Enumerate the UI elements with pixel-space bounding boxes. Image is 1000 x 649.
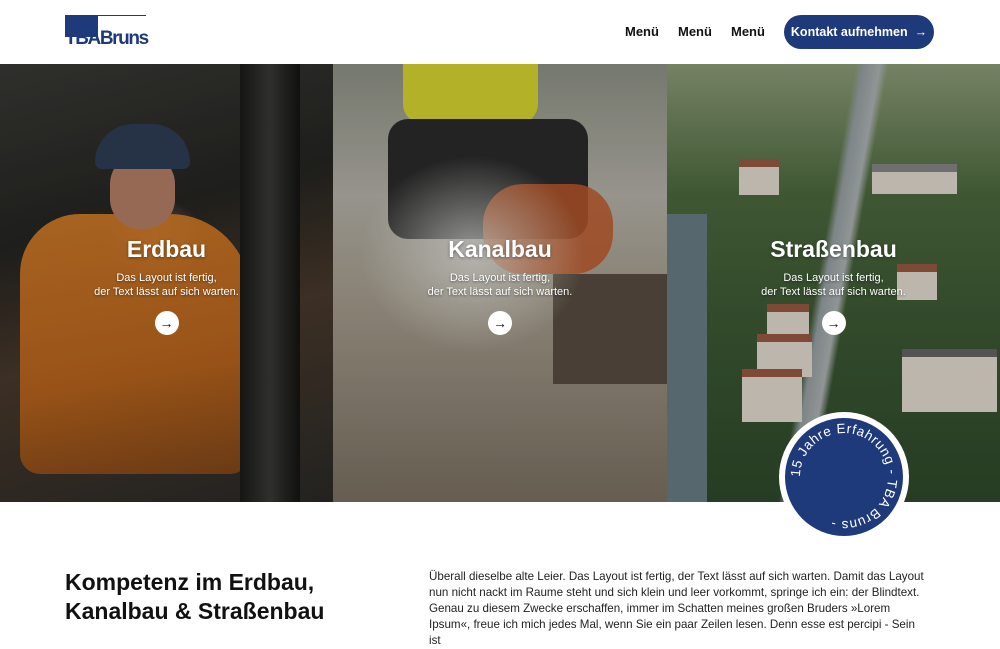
panel-desc-line: Das Layout ist fertig, bbox=[783, 272, 884, 284]
arrow-right-icon[interactable]: → bbox=[154, 311, 179, 335]
panel-desc-line: der Text lässt auf sich warten. bbox=[761, 286, 906, 298]
panel-content: Kanalbau Das Layout ist fertig, der Text… bbox=[333, 236, 667, 335]
badge-text: 15 Jahre Erfahrung - TBA Bruns - bbox=[788, 421, 900, 533]
nav-menu-1[interactable]: Menü bbox=[625, 24, 659, 39]
panel-title: Straßenbau bbox=[770, 236, 897, 262]
panel-description: Das Layout ist fertig, der Text lässt au… bbox=[667, 271, 1000, 299]
logo-rule bbox=[98, 15, 146, 16]
panel-description: Das Layout ist fertig, der Text lässt au… bbox=[333, 271, 667, 299]
section-body-text: Überall dieselbe alte Leier. Das Layout … bbox=[429, 570, 924, 647]
logo[interactable]: TBABruns bbox=[65, 15, 149, 49]
arrow-right-icon[interactable]: → bbox=[821, 311, 846, 335]
nav-menu-3[interactable]: Menü bbox=[731, 24, 765, 39]
arrow-right-icon[interactable]: → bbox=[488, 311, 512, 335]
contact-button-label: Kontakt aufnehmen bbox=[790, 25, 908, 39]
panel-desc-line: der Text lässt auf sich warten. bbox=[427, 286, 573, 298]
panel-desc-line: der Text lässt auf sich warten. bbox=[94, 286, 239, 298]
panel-description: Das Layout ist fertig, der Text lässt au… bbox=[0, 271, 333, 299]
panel-desc-line: Das Layout ist fertig, bbox=[116, 272, 217, 284]
panel-desc-line: Das Layout ist fertig, bbox=[449, 272, 551, 284]
panel-title: Kanalbau bbox=[448, 236, 552, 262]
arrow-right-icon: → bbox=[914, 25, 928, 39]
logo-text: TBABruns bbox=[65, 28, 149, 49]
hero-panel-erdbau[interactable]: Erdbau Das Layout ist fertig, der Text l… bbox=[0, 64, 333, 502]
contact-button[interactable]: Kontakt aufnehmen → bbox=[784, 15, 934, 49]
svg-text:15 Jahre Erfahrung - TBA Bruns: 15 Jahre Erfahrung - TBA Bruns - bbox=[788, 421, 900, 533]
site-header: TBABruns Menü Menü Menü Kontakt aufnehme… bbox=[0, 0, 1000, 64]
panel-content: Straßenbau Das Layout ist fertig, der Te… bbox=[667, 236, 1000, 335]
badge-ring-text: 15 Jahre Erfahrung - TBA Bruns - bbox=[788, 421, 900, 533]
hero-panel-kanalbau[interactable]: Kanalbau Das Layout ist fertig, der Text… bbox=[333, 64, 667, 502]
panel-content: Erdbau Das Layout ist fertig, der Text l… bbox=[0, 236, 333, 335]
experience-badge: 15 Jahre Erfahrung - TBA Bruns - bbox=[779, 412, 909, 542]
nav-menu-2[interactable]: Menü bbox=[678, 24, 712, 39]
section-heading: Kompetenz im Erdbau, Kanalbau & Straßenb… bbox=[65, 569, 325, 624]
panel-title: Erdbau bbox=[126, 236, 207, 262]
